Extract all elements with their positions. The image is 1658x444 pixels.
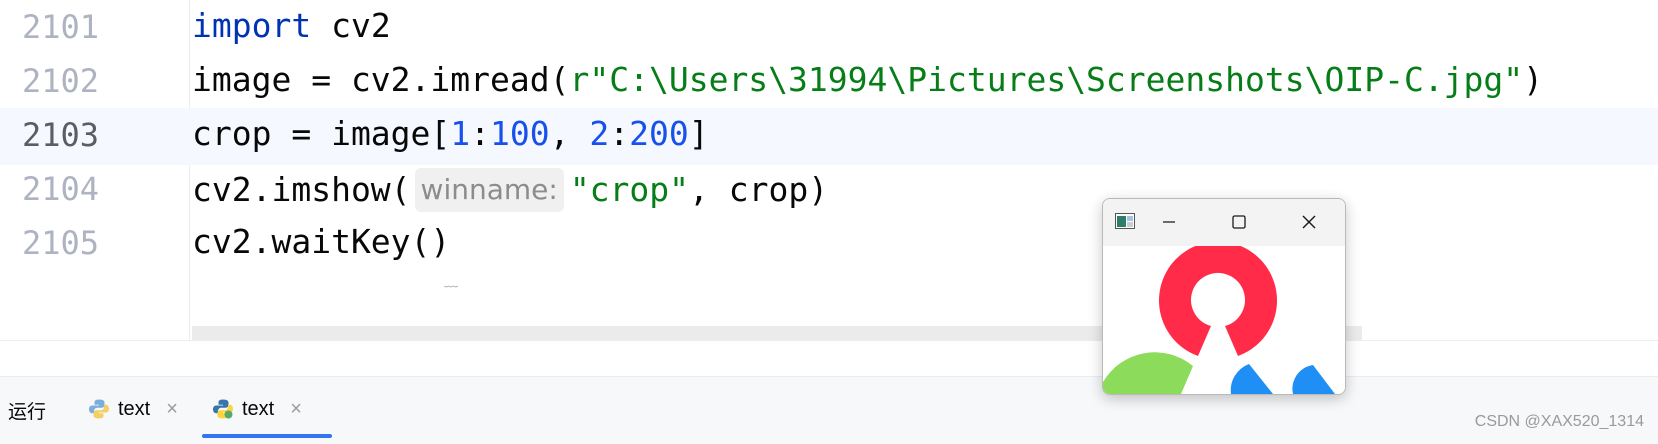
code-line[interactable]: 2105 cv2.waitKey(): [0, 216, 1658, 273]
cropped-image: [1103, 246, 1345, 394]
close-icon: [1302, 215, 1316, 229]
code-token: cv2: [311, 6, 391, 45]
close-tab-icon[interactable]: ×: [290, 398, 302, 421]
run-tab-label: text: [242, 397, 275, 420]
code-token: crop = image[: [192, 114, 451, 153]
opencv-logo-crop: [1103, 246, 1335, 394]
code-text[interactable]: crop = image[1:100, 2:200]: [192, 114, 709, 153]
line-number: 2102: [22, 62, 100, 100]
code-token: "crop": [569, 170, 690, 209]
opencv-window[interactable]: [1102, 198, 1346, 395]
code-token: image = cv2.imread(: [192, 60, 570, 99]
code-editor[interactable]: 2101 import cv2 2102 image = cv2.imread(r"C…: [0, 0, 1658, 340]
code-text[interactable]: image = cv2.imread(r"C:\Users\31994\Pict…: [192, 60, 1543, 99]
line-number: 2101: [22, 8, 100, 46]
parameter-hint: winname:: [414, 168, 564, 212]
warning-squiggle-icon: ﹏: [444, 274, 458, 290]
maximize-button[interactable]: [1225, 209, 1253, 235]
logo-blue-ring: [1230, 364, 1273, 394]
code-token: ]: [688, 114, 709, 153]
code-token: 2: [589, 114, 610, 153]
code-text[interactable]: import cv2: [192, 6, 391, 45]
logo-red-ring: [1159, 246, 1277, 356]
run-tab-text-1[interactable]: text ×: [88, 391, 178, 427]
run-tab-text-2[interactable]: text ×: [212, 391, 302, 427]
maximize-icon: [1232, 215, 1246, 229]
python-icon: [89, 399, 109, 419]
code-token: cv2.waitKey(): [192, 222, 451, 261]
watermark: CSDN @XAX520_1314: [1474, 413, 1644, 430]
code-line[interactable]: 2102 image = cv2.imread(r"C:\Users\31994\…: [0, 54, 1658, 111]
logo-green-ring: [1103, 352, 1193, 394]
code-token: 1: [450, 114, 471, 153]
code-token: r"C:\Users\31994\Pictures\Screenshots\OI…: [569, 60, 1524, 99]
close-button[interactable]: [1295, 209, 1323, 235]
line-number: 2103: [22, 116, 100, 154]
window-title-bar[interactable]: [1103, 199, 1345, 246]
minimize-icon: [1163, 221, 1175, 223]
code-token: , crop): [689, 170, 829, 209]
code-line[interactable]: 2101 import cv2: [0, 0, 1658, 57]
line-number: 2104: [22, 170, 100, 208]
logo-blue-ring: [1292, 365, 1335, 394]
code-token: ): [1523, 60, 1544, 99]
code-token: import: [192, 6, 312, 45]
code-line[interactable]: 2103 crop = image[1:100, 2:200]: [0, 108, 1658, 165]
line-number: 2105: [22, 224, 100, 262]
editor-divider: [0, 340, 1658, 341]
code-text[interactable]: cv2.imshow(winname: "crop", crop): [192, 168, 828, 212]
active-tab-indicator: [202, 434, 332, 438]
minimize-button[interactable]: [1155, 209, 1183, 235]
code-token: :: [609, 114, 630, 153]
close-tab-icon[interactable]: ×: [166, 398, 178, 421]
code-line[interactable]: 2104 cv2.imshow(winname: "crop", crop): [0, 162, 1658, 219]
python-icon: [213, 399, 233, 419]
code-token: 100: [490, 114, 550, 153]
code-text[interactable]: cv2.waitKey(): [192, 222, 450, 261]
code-token: :: [470, 114, 491, 153]
run-tab-label: text: [118, 397, 151, 420]
code-token: cv2.imshow(: [192, 170, 411, 209]
app-icon: [1115, 213, 1135, 229]
code-token: ,: [549, 114, 590, 153]
code-token: 200: [629, 114, 689, 153]
run-label: 运行: [8, 401, 47, 423]
